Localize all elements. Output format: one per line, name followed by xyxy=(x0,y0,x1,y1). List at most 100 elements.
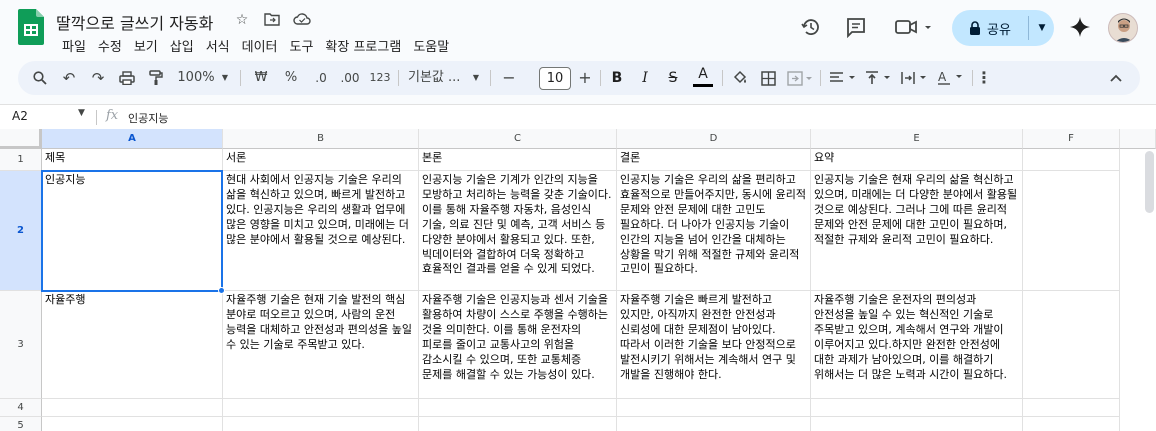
user-avatar[interactable] xyxy=(1108,13,1138,43)
column-header-d[interactable]: D xyxy=(617,129,811,149)
cell-c3[interactable]: 자율주행 기술은 인공지능과 센서 기술을 활용하여 차량이 스스로 주행을 수… xyxy=(419,291,617,399)
menu-file[interactable]: 파일 xyxy=(56,36,92,55)
cell-e2[interactable]: 인공지능 기술은 현재 우리의 삶을 혁신하고 있으며, 미래에는 더 다양한 … xyxy=(811,171,1023,291)
search-menus-icon[interactable] xyxy=(30,61,50,95)
text-color-button[interactable]: A xyxy=(692,61,714,95)
cell-b5[interactable] xyxy=(223,417,419,431)
select-all-corner[interactable] xyxy=(0,129,42,149)
cell-a1[interactable]: 제목 xyxy=(42,149,223,171)
meet-icon[interactable] xyxy=(892,16,936,40)
print-icon[interactable] xyxy=(117,61,137,95)
row-header-1[interactable]: 1 xyxy=(0,149,42,171)
zoom-select[interactable]: 100% xyxy=(176,61,216,95)
cell-f1[interactable] xyxy=(1023,149,1120,171)
vertical-scrollbar[interactable] xyxy=(1145,151,1154,213)
more-options-icon[interactable]: ⋮ xyxy=(976,61,992,95)
share-button[interactable]: 공유 ▼ xyxy=(952,10,1054,46)
column-header-b[interactable]: B xyxy=(223,129,419,149)
share-main-button[interactable]: 공유 xyxy=(952,10,1028,46)
menu-help[interactable]: 도움말 xyxy=(407,36,455,55)
font-size-input[interactable]: 10 xyxy=(539,67,571,90)
percent-format-button[interactable]: % xyxy=(280,61,302,95)
currency-format-button[interactable]: ₩ xyxy=(250,61,272,95)
cell-f2[interactable] xyxy=(1023,171,1120,291)
menu-edit[interactable]: 수정 xyxy=(92,36,128,55)
font-dropdown-icon[interactable]: ▼ xyxy=(470,61,482,95)
cell-f5[interactable] xyxy=(1023,417,1120,431)
font-select[interactable]: 기본값 ... xyxy=(408,61,474,95)
cell-c2[interactable]: 인공지능 기술은 기계가 인간의 지능을 모방하고 처리하는 능력을 갖춘 기술… xyxy=(419,171,617,291)
vertical-align-icon[interactable] xyxy=(864,61,894,95)
cell-c5[interactable] xyxy=(419,417,617,431)
cell-f3[interactable] xyxy=(1023,291,1120,399)
document-title[interactable]: 딸깍으로 글쓰기 자동화 xyxy=(56,10,213,34)
cell-a4[interactable] xyxy=(42,399,223,417)
cell-e3[interactable]: 자율주행 기술은 운전자의 편의성과 안전성을 높일 수 있는 혁신적인 기술로… xyxy=(811,291,1023,399)
row-header-4[interactable]: 4 xyxy=(0,399,42,417)
zoom-dropdown-icon[interactable]: ▼ xyxy=(218,61,232,95)
cell-c1[interactable]: 본론 xyxy=(419,149,617,171)
cell-d4[interactable] xyxy=(617,399,811,417)
row-header-5[interactable]: 5 xyxy=(0,417,42,431)
menu-extensions[interactable]: 확장 프로그램 xyxy=(319,36,407,55)
text-rotation-icon[interactable]: A xyxy=(936,61,966,95)
cell-c4[interactable] xyxy=(419,399,617,417)
comments-icon[interactable] xyxy=(844,16,868,40)
bold-button[interactable]: B xyxy=(608,61,626,95)
cell-a2[interactable]: 인공지능 xyxy=(42,171,223,291)
collapse-toolbar-icon[interactable] xyxy=(1106,61,1126,95)
cell-b2[interactable]: 현대 사회에서 인공지능 기술은 우리의 삶을 혁신하고 있으며, 빠르게 발전… xyxy=(223,171,419,291)
cell-d3[interactable]: 자율주행 기술은 빠르게 발전하고 있지만, 아직까지 완전한 안전성과 신뢰성… xyxy=(617,291,811,399)
menu-insert[interactable]: 삽입 xyxy=(164,36,200,55)
column-header-f[interactable]: F xyxy=(1023,129,1120,149)
sheets-logo-icon[interactable] xyxy=(18,9,44,45)
title-icons: ☆ xyxy=(231,12,313,30)
move-folder-icon[interactable] xyxy=(261,12,283,30)
fill-handle[interactable] xyxy=(218,287,225,294)
redo-icon[interactable]: ↷ xyxy=(88,61,108,95)
font-size-decrease-button[interactable]: − xyxy=(500,61,518,95)
column-header-e[interactable]: E xyxy=(811,129,1023,149)
cloud-status-icon[interactable] xyxy=(291,12,313,30)
share-dropdown-icon[interactable]: ▼ xyxy=(1030,10,1054,46)
gemini-spark-icon[interactable] xyxy=(1068,16,1092,40)
cell-a3[interactable]: 자율주행 xyxy=(42,291,223,399)
menu-format[interactable]: 서식 xyxy=(200,36,236,55)
menu-tools[interactable]: 도구 xyxy=(284,36,320,55)
font-size-increase-button[interactable]: + xyxy=(576,61,594,95)
cell-e5[interactable] xyxy=(811,417,1023,431)
cell-d1[interactable]: 결론 xyxy=(617,149,811,171)
name-box[interactable]: A2 xyxy=(12,109,28,123)
paint-format-icon[interactable] xyxy=(146,61,166,95)
column-header-c[interactable]: C xyxy=(419,129,617,149)
borders-icon[interactable] xyxy=(758,61,778,95)
undo-icon[interactable]: ↶ xyxy=(59,61,79,95)
name-box-dropdown-icon[interactable]: ▼ xyxy=(78,108,85,118)
formula-input[interactable]: 인공지능 xyxy=(128,110,168,126)
cell-f4[interactable] xyxy=(1023,399,1120,417)
decrease-decimal-button[interactable]: .0 xyxy=(307,61,335,95)
cell-b1[interactable]: 서론 xyxy=(223,149,419,171)
fill-color-icon[interactable] xyxy=(730,61,750,95)
cell-e1[interactable]: 요약 xyxy=(811,149,1023,171)
history-icon[interactable] xyxy=(799,16,823,40)
cell-b3[interactable]: 자율주행 기술은 현재 기술 발전의 핵심 분야로 떠오르고 있으며, 사람의 … xyxy=(223,291,419,399)
column-header-a[interactable]: A xyxy=(42,129,223,149)
italic-button[interactable]: I xyxy=(636,61,654,95)
cell-b4[interactable] xyxy=(223,399,419,417)
merge-cells-icon[interactable] xyxy=(786,61,814,95)
number-format-button[interactable]: 123 xyxy=(368,61,392,95)
row-header-2[interactable]: 2 xyxy=(0,171,42,291)
menu-view[interactable]: 보기 xyxy=(128,36,164,55)
cell-e4[interactable] xyxy=(811,399,1023,417)
increase-decimal-button[interactable]: .00 xyxy=(335,61,365,95)
cell-d2[interactable]: 인공지능 기술은 우리의 삶을 편리하고 효율적으로 만들어주지만, 동시에 윤… xyxy=(617,171,811,291)
cell-d5[interactable] xyxy=(617,417,811,431)
star-icon[interactable]: ☆ xyxy=(231,12,253,30)
horizontal-align-icon[interactable] xyxy=(828,61,858,95)
text-wrapping-icon[interactable] xyxy=(900,61,930,95)
menu-data[interactable]: 데이터 xyxy=(236,36,284,55)
row-header-3[interactable]: 3 xyxy=(0,291,42,399)
cell-a5[interactable] xyxy=(42,417,223,431)
strikethrough-button[interactable]: S xyxy=(664,61,682,95)
